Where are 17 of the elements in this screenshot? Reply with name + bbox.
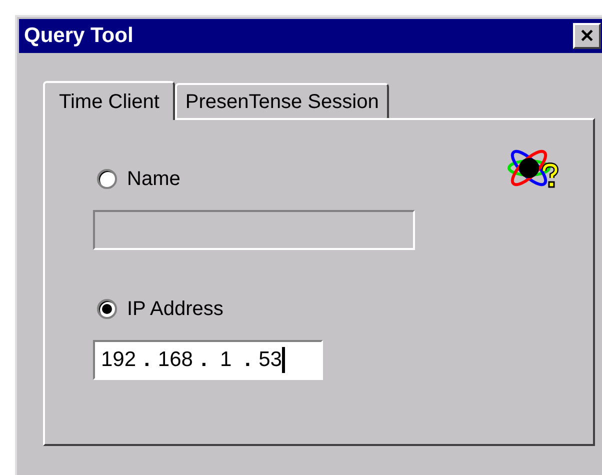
- ip-octet: 53: [258, 347, 282, 374]
- ip-octet: 1: [218, 347, 233, 374]
- radio-button[interactable]: [97, 299, 117, 319]
- ip-separator: .: [244, 347, 252, 374]
- ip-address-field[interactable]: 192 . 168 . 1 . 53: [93, 340, 323, 380]
- ip-separator: .: [143, 347, 151, 374]
- close-button[interactable]: ✕: [573, 23, 601, 49]
- ip-octet: 168: [158, 347, 193, 374]
- tab[interactable]: Time Client: [43, 81, 176, 120]
- name-field[interactable]: [93, 210, 415, 250]
- option-label: IP Address: [127, 297, 224, 322]
- tab[interactable]: PresenTense Session: [175, 83, 389, 118]
- window-title: Query Tool: [24, 23, 134, 50]
- ip-separator: .: [200, 347, 208, 374]
- ip-octet: 192: [101, 347, 136, 374]
- radio-button[interactable]: [97, 169, 117, 189]
- option-label: Name: [127, 167, 180, 192]
